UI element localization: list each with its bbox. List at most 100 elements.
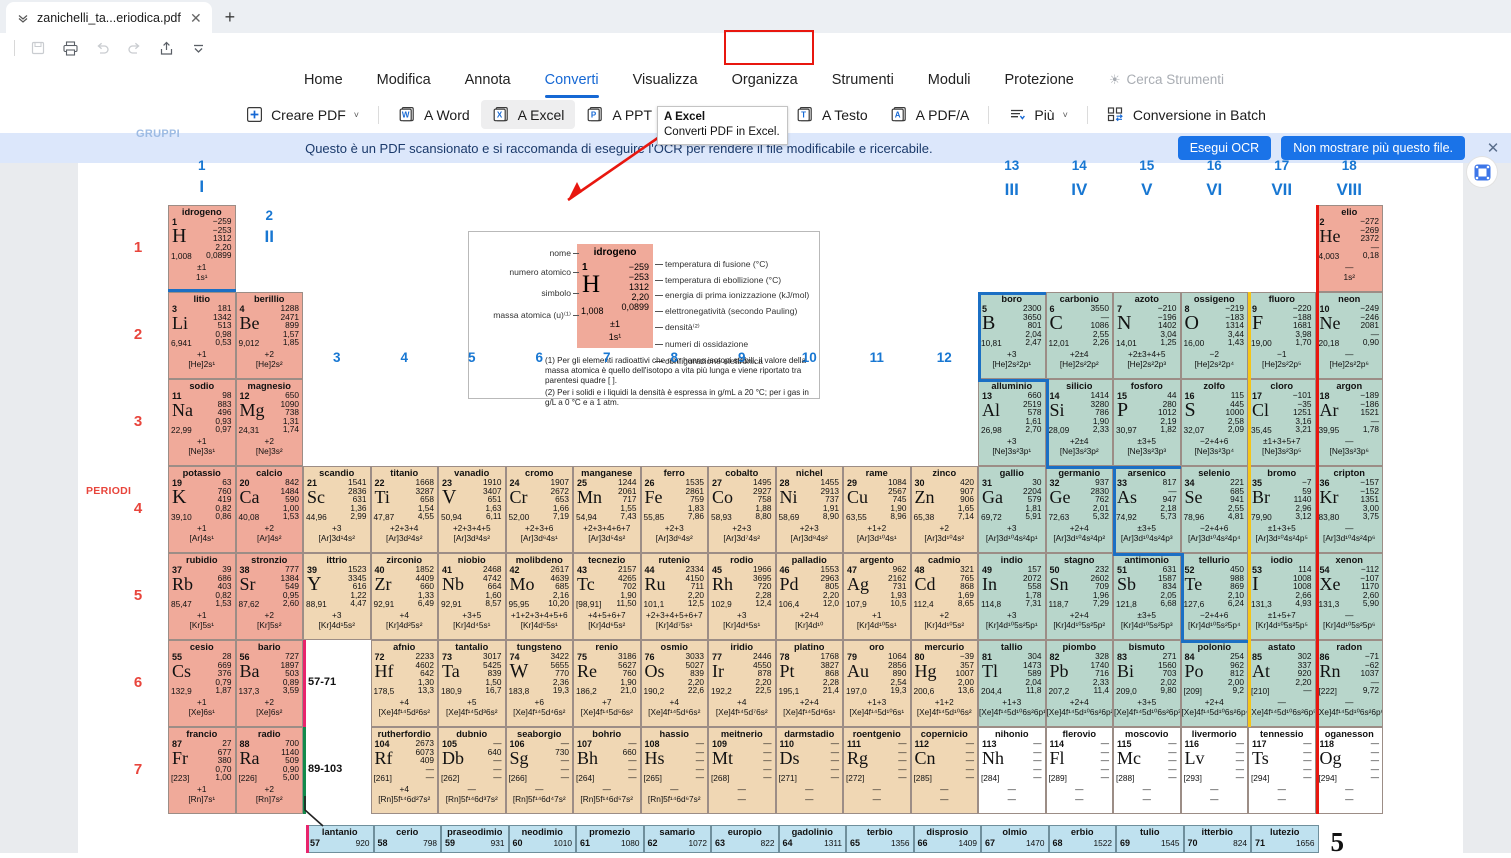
atomic-number: 65 bbox=[850, 838, 861, 848]
group-number-18: 18 bbox=[1341, 158, 1357, 173]
electron-configuration: [Ne]3s²3p⁴ bbox=[1194, 446, 1235, 456]
caret-down-icon[interactable] bbox=[183, 35, 213, 61]
oxidation-numbers: +5 bbox=[467, 697, 477, 707]
element-properties: −259 −253 1312 2,20 0,0899 bbox=[206, 216, 232, 261]
element-symbol: Be bbox=[239, 313, 260, 333]
atomic-mass: 12,01 bbox=[1048, 338, 1070, 348]
undo-icon[interactable] bbox=[87, 35, 117, 61]
element-symbol: Ds bbox=[779, 748, 800, 768]
menu-item-converti[interactable]: Converti bbox=[528, 68, 616, 98]
electron-configuration: [Ne]3s²3p² bbox=[1059, 446, 1099, 456]
close-icon[interactable]: ✕ bbox=[1475, 139, 1511, 157]
element-cell-Hg: mercurio 80 Hg 200,6 −39 357 1007 2,00 13,6 +1+2[… bbox=[910, 640, 978, 727]
menu-item-modifica[interactable]: Modifica bbox=[360, 68, 448, 92]
menu-item-protezione[interactable]: Protezione bbox=[988, 68, 1091, 92]
electron-configuration: [Ar]3d¹⁰4s² bbox=[924, 533, 965, 543]
element-properties: 420 907 906 1,65 7,14 bbox=[957, 477, 974, 522]
oxidation-numbers: +2 bbox=[264, 697, 274, 707]
document-viewport[interactable]: GRUPPI PERIODI idrogeno 1 H 1,008 −259 −… bbox=[0, 128, 1511, 857]
convert-button-label: A Word bbox=[424, 106, 470, 123]
run-ocr-button[interactable]: Esegui OCR bbox=[1177, 136, 1272, 160]
element-properties: 2233 4602 642 1,30 13,3 bbox=[415, 651, 434, 696]
legend-leader-line bbox=[573, 293, 579, 294]
menu-item-visualizza[interactable]: Visualizza bbox=[616, 68, 715, 92]
element-properties: 1966 3695 720 2,28 12,4 bbox=[753, 564, 772, 609]
oxidation-numbers: ±1+5+7 bbox=[1267, 610, 1296, 620]
divider bbox=[988, 105, 990, 124]
ppt-convert-button[interactable]: P A PPT bbox=[575, 100, 663, 129]
create-pdf-button[interactable]: Creare PDF ˅ bbox=[234, 100, 370, 129]
element-cell-B: boro 5 B 10,81 2300 3650 801 2,04 2,47 +3 [He]2s²2… bbox=[978, 292, 1046, 379]
electron-configuration: [Ar]3d¹⁰4s²4p¹ bbox=[985, 533, 1038, 543]
oxidation-numbers: — bbox=[1075, 784, 1084, 794]
document-tab[interactable]: zanichelli_ta...eriodica.pdf ✕ bbox=[6, 2, 212, 33]
chevron-down-icon[interactable] bbox=[16, 11, 30, 25]
oxidation-numbers: +2+4 bbox=[1204, 697, 1224, 707]
redo-icon[interactable] bbox=[119, 35, 149, 61]
element-symbol: Bi bbox=[1117, 661, 1135, 681]
menu-item-strumenti[interactable]: Strumenti bbox=[815, 68, 911, 92]
element-cell-N: azoto 7 N 14,01 −210 −196 1402 3,04 1,25 +2±3+4+5… bbox=[1113, 292, 1181, 379]
element-properties: — — — — — bbox=[1303, 738, 1312, 783]
group-roman-III: III bbox=[1004, 180, 1019, 199]
atomic-mass: [210] bbox=[1251, 686, 1270, 696]
atomic-number: 67 bbox=[985, 838, 996, 848]
new-tab-button[interactable]: + bbox=[216, 3, 244, 31]
legend-leader-line bbox=[573, 253, 579, 254]
menu-item-moduli[interactable]: Moduli bbox=[911, 68, 988, 92]
lanthanide-cell-Tm: tulio 69 1545 bbox=[1116, 825, 1184, 853]
search-tools[interactable]: ☀ Cerca Strumenti bbox=[1109, 72, 1224, 88]
close-icon[interactable]: ✕ bbox=[188, 10, 204, 26]
oxidation-numbers: −2+4+6 bbox=[1200, 523, 1229, 533]
menu-item-annota[interactable]: Annota bbox=[448, 68, 528, 92]
share-icon[interactable] bbox=[151, 35, 181, 61]
electron-configuration: [Ne]3s²3p¹ bbox=[992, 446, 1032, 456]
element-cell-Sc: scandio 21 Sc 44,96 1541 2836 631 1,36 2,99 +3 [Ar… bbox=[303, 466, 371, 553]
electron-configuration: [Xe]4f¹⁴5d¹⁰6s²6p⁴ bbox=[1181, 707, 1248, 717]
atomic-mass: 28,09 bbox=[1048, 425, 1070, 435]
element-symbol: Cs bbox=[172, 661, 192, 681]
electron-configuration: [Ar]3d⁶4s¹ bbox=[520, 533, 558, 543]
text-convert-button[interactable]: T A Testo bbox=[785, 100, 879, 129]
more-button[interactable]: Più ˅ bbox=[997, 100, 1079, 129]
period-number-7: 7 bbox=[133, 761, 143, 778]
excel-convert-button[interactable]: X A Excel bbox=[480, 100, 576, 129]
legend-right-label: temperatura di fusione (°C) bbox=[665, 259, 769, 269]
panel-toggle-button[interactable] bbox=[1467, 157, 1497, 187]
element-cell-Re: renio 75 Re 186,2 3186 5627 760 1,90 21,0 +7 [Xe]4… bbox=[573, 640, 641, 727]
lanthanide-cell-Dy: disprosio 66 1409 bbox=[913, 825, 981, 853]
element-symbol: Db bbox=[442, 748, 464, 768]
word-convert-button[interactable]: W A Word bbox=[387, 100, 481, 129]
element-properties: 328 1740 716 2,33 11,4 bbox=[1090, 651, 1109, 696]
oxidation-numbers: +3 bbox=[737, 610, 747, 620]
element-symbol: Fe bbox=[644, 487, 663, 507]
dont-show-again-button[interactable]: Non mostrare più questo file. bbox=[1281, 136, 1465, 160]
oxidation-numbers: +1 bbox=[197, 610, 207, 620]
element-symbol: Mc bbox=[1117, 748, 1141, 768]
pdfa-convert-button[interactable]: A A PDF/A bbox=[879, 100, 981, 129]
legend-right-label: temperatura di ebollizione (°C) bbox=[665, 275, 782, 285]
convert-button-label: A PDF/A bbox=[915, 106, 970, 123]
batch-conversion-button[interactable]: Conversione in Batch bbox=[1096, 100, 1277, 129]
atomic-mass: 52,00 bbox=[508, 512, 530, 522]
electron-configuration: [Kr]4d¹⁰5s¹ bbox=[856, 620, 897, 630]
save-icon[interactable] bbox=[23, 35, 53, 61]
period-number-3: 3 bbox=[133, 413, 143, 430]
atomic-mass: 131,3 bbox=[1251, 599, 1272, 609]
atomic-mass: [209] bbox=[1183, 686, 1202, 696]
electron-configuration: [Xe]4f¹⁴5d¹⁰6s² bbox=[916, 707, 972, 717]
element-symbol: Fl bbox=[1049, 748, 1065, 768]
menu-item-organizza[interactable]: Organizza bbox=[715, 68, 815, 92]
element-name: europio bbox=[727, 827, 762, 837]
oxidation-numbers: — bbox=[535, 784, 544, 794]
oxidation-numbers: — bbox=[1210, 784, 1219, 794]
element-properties: 777 1384 549 0,95 2,60 bbox=[280, 564, 299, 609]
element-cell-C: carbonio 6 C 12,01 3550—1086 2,55 2,26 +2±4 [He]… bbox=[1045, 292, 1113, 379]
menu-item-home[interactable]: Home bbox=[287, 68, 360, 92]
plus-box-icon bbox=[245, 105, 264, 124]
element-cell-Pb: piombo 82 Pb 207,2 328 1740 716 2,33 11,4 +2+4 [Xe… bbox=[1045, 640, 1113, 727]
atomic-number: 66 bbox=[917, 838, 928, 848]
element-cell-Os: osmio 76 Os 190,2 3033 5027 839 2,20 22,6 +4 [Xe]4… bbox=[640, 640, 708, 727]
element-symbol: Na bbox=[172, 400, 193, 420]
print-icon[interactable] bbox=[55, 35, 85, 61]
